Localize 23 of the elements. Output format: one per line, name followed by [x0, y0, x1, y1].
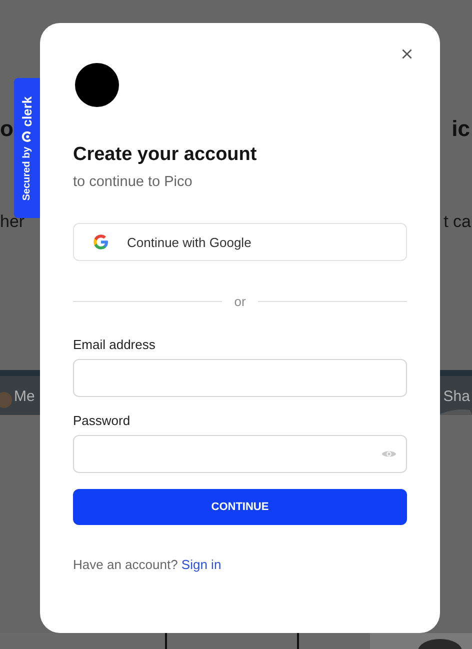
logo-icon [75, 63, 119, 107]
heading-fragment: o [0, 116, 14, 142]
dialog-title: Create your account [73, 144, 258, 166]
divider-text: or [234, 294, 246, 309]
badge-text: Secured by [22, 146, 32, 200]
dialog-subtitle: to continue to Pico [73, 174, 194, 190]
heading-fragment: ic [452, 116, 470, 142]
field-label: Password [73, 413, 132, 428]
video-title-fragment: Me [14, 388, 35, 405]
google-button[interactable]: Continue with Google [73, 223, 407, 261]
continue-button[interactable]: CONTINUE [73, 489, 407, 525]
text-fragment: t ca [444, 212, 471, 232]
sign-in-link[interactable]: Sign in [181, 557, 222, 572]
email-field[interactable] [73, 359, 407, 397]
clerk-logo-icon [21, 130, 33, 142]
video-title-fragment: Sha [443, 388, 470, 405]
close-icon[interactable] [401, 48, 413, 60]
field-label: Email address [73, 337, 156, 352]
password-field[interactable] [73, 435, 407, 473]
secured-by-badge[interactable]: Secured by clerk [14, 78, 40, 218]
badge-brand: clerk [20, 96, 34, 126]
google-icon [93, 234, 109, 250]
footer-text: Have an account? [73, 557, 178, 572]
